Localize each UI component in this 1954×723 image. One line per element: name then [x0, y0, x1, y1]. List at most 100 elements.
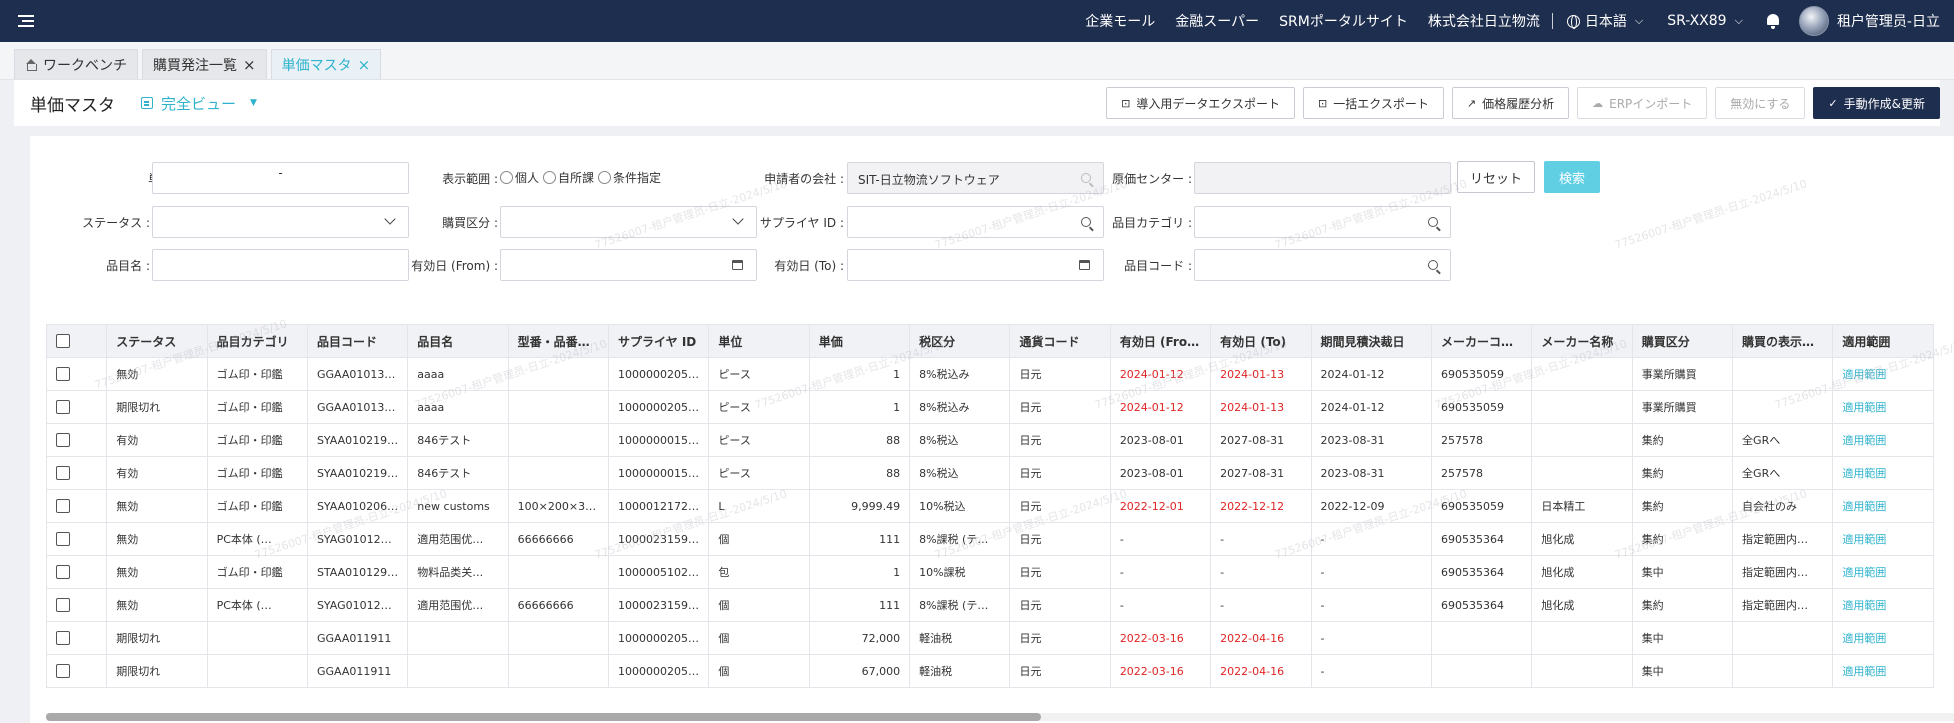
row-checkbox[interactable] — [56, 433, 70, 447]
status-select[interactable] — [152, 206, 409, 238]
user-name[interactable]: 租户管理员-日立 — [1837, 11, 1940, 31]
table-row[interactable]: 無効 ゴム印・印鑑 STAA01012948 物料品类关… 1000005102… 包 1 1… — [46, 555, 1934, 589]
nav-link-corporate-mall[interactable]: 企業モール — [1085, 11, 1155, 31]
table-cell: 8%課税 (テ… — [909, 522, 1011, 556]
row-checkbox[interactable] — [56, 499, 70, 513]
table-row[interactable]: 期限切れ ゴム印・印鑑 GGAA01013071 aaaa 1000000205… ピース… — [46, 390, 1934, 424]
purchase-type-select[interactable] — [500, 206, 757, 238]
applicant-company-input[interactable]: SIT-日立物流ソフトウェア — [847, 162, 1104, 194]
disable-button[interactable]: 無効にする — [1715, 87, 1806, 119]
table-cell: - — [1310, 621, 1432, 655]
row-checkbox[interactable] — [56, 400, 70, 414]
table-cell — [507, 357, 610, 391]
column-header[interactable]: メーカー名称 — [1531, 324, 1633, 358]
tab-purchase-order-list[interactable]: 購買発注一覧 × — [142, 49, 267, 79]
radio-personal[interactable]: 個人 — [500, 169, 539, 186]
scrollbar-thumb[interactable] — [46, 713, 1041, 721]
table-row[interactable]: 有効 ゴム印・印鑑 SYAA01021957 846テスト 1000000015… ピース… — [46, 423, 1934, 457]
row-checkbox[interactable] — [56, 598, 70, 612]
table-row[interactable]: 無効 PC本体 (… SYAG01012727 適用范围优… 66666666 10000… — [46, 522, 1934, 556]
column-header[interactable]: 購買区分 — [1631, 324, 1734, 358]
scope-link[interactable]: 適用範囲 — [1832, 357, 1934, 391]
nav-link-company[interactable]: 株式会社日立物流 — [1428, 11, 1540, 31]
column-header[interactable]: サプライヤ ID — [608, 324, 710, 358]
column-header[interactable]: 適用範囲 — [1832, 324, 1934, 358]
item-category-input[interactable] — [1194, 206, 1451, 238]
row-checkbox[interactable] — [56, 466, 70, 480]
nav-link-finance-super[interactable]: 金融スーパー — [1175, 11, 1259, 31]
scope-link[interactable]: 適用範囲 — [1832, 423, 1934, 457]
tab-unit-price-master[interactable]: 単価マスタ × — [270, 49, 382, 79]
scope-link[interactable]: 適用範囲 — [1832, 489, 1934, 523]
table-cell — [407, 621, 509, 655]
reset-button[interactable]: リセット — [1457, 161, 1535, 193]
nav-link-srm-portal[interactable]: SRMポータルサイト — [1279, 11, 1408, 31]
item-code-label: 品目コード : — [1124, 259, 1192, 273]
price-history-analysis-button[interactable]: ↗ 価格履歴分析 — [1451, 87, 1570, 119]
scope-link[interactable]: 適用範囲 — [1832, 588, 1934, 622]
item-name-input[interactable] — [152, 249, 409, 281]
column-header[interactable]: ステータス — [106, 324, 208, 358]
table-cell: - — [1210, 522, 1312, 556]
select-all-checkbox[interactable] — [56, 334, 70, 349]
table-row[interactable]: 無効 ゴム印・印鑑 SYAA01020625 new customs 100×200×3… — [46, 489, 1934, 523]
avatar[interactable] — [1798, 6, 1829, 36]
row-checkbox[interactable] — [56, 631, 70, 645]
scope-link[interactable]: 適用範囲 — [1832, 654, 1934, 688]
table-row[interactable]: 無効 ゴム印・印鑑 GGAA01013071 aaaa 1000000205… ピース 1 8… — [46, 357, 1934, 391]
scope-link[interactable]: 適用範囲 — [1832, 621, 1934, 655]
row-checkbox[interactable] — [56, 532, 70, 546]
unit-price-input[interactable]: - — [152, 162, 409, 194]
scope-link[interactable]: 適用範囲 — [1832, 456, 1934, 490]
tab-workbench[interactable]: ワークベンチ — [14, 49, 138, 79]
table-cell: 日元 — [1009, 654, 1111, 688]
radio-condition[interactable]: 条件指定 — [598, 169, 661, 186]
cost-center-input[interactable] — [1194, 162, 1451, 194]
erp-import-button[interactable]: ☁ ERPインポート — [1577, 87, 1708, 119]
search-button[interactable]: 検索 — [1544, 161, 1600, 193]
column-header[interactable]: 品目コード — [306, 324, 409, 358]
bell-icon[interactable] — [1765, 13, 1781, 29]
table-row[interactable]: 有効 ゴム印・印鑑 SYAA01021956 846テスト 1000000015… ピース… — [46, 456, 1934, 490]
column-header[interactable]: 品目名 — [407, 324, 509, 358]
radio-own-section[interactable]: 自所課 — [543, 169, 594, 186]
scope-link[interactable]: 適用範囲 — [1832, 390, 1934, 424]
column-header[interactable]: 税区分 — [909, 324, 1011, 358]
item-code-input[interactable] — [1194, 249, 1451, 281]
table-row[interactable]: 期限切れ GGAA011911 1000000205… 個 72,000 軽油税 日元 202… — [46, 621, 1934, 655]
column-header[interactable]: 単価 — [808, 324, 911, 358]
navbar-right: 企業モール 金融スーパー SRMポータルサイト 株式会社日立物流 日本語 ⌵ S… — [1075, 0, 1954, 42]
hamburger-menu-icon[interactable] — [18, 7, 46, 35]
view-selector[interactable]: 完全ビュー ▼ — [141, 93, 257, 114]
row-checkbox[interactable] — [56, 367, 70, 381]
column-header[interactable]: 期間見積決裁日 — [1310, 324, 1432, 358]
valid-to-date-input[interactable] — [847, 249, 1104, 281]
column-header[interactable]: 購買の表示… — [1732, 324, 1834, 358]
manual-create-update-button[interactable]: ✓ 手動作成&更新 — [1813, 87, 1940, 119]
column-header[interactable]: メーカーコード — [1430, 324, 1533, 358]
table-row[interactable]: 無効 PC本体 (… SYAG01012727 適用范围优… 66666666 10000… — [46, 588, 1934, 622]
close-icon[interactable]: × — [243, 56, 256, 74]
column-header[interactable]: 有効日 (To) — [1210, 324, 1312, 358]
row-select-cell — [46, 621, 108, 655]
scope-link[interactable]: 適用範囲 — [1832, 555, 1934, 589]
language-selector[interactable]: 日本語 ⌵ — [1566, 11, 1643, 31]
column-header[interactable]: 単位 — [708, 324, 810, 358]
row-checkbox[interactable] — [56, 565, 70, 579]
column-header[interactable]: 品目カテゴリ — [206, 324, 308, 358]
row-checkbox[interactable] — [56, 664, 70, 678]
user-code-selector[interactable]: SR-XX89 ⌵ — [1667, 13, 1743, 29]
export-import-data-button[interactable]: ⊡ 導入用データエクスポート — [1106, 87, 1296, 119]
bulk-export-button[interactable]: ⊡ 一括エクスポート — [1303, 87, 1444, 119]
column-header[interactable]: 通貨コード — [1009, 324, 1111, 358]
horizontal-scrollbar[interactable] — [46, 713, 1954, 721]
scope-link[interactable]: 適用範囲 — [1832, 522, 1934, 556]
table-row[interactable]: 期限切れ GGAA011911 1000000205… 個 67,000 軽油税 日元 202… — [46, 654, 1934, 688]
column-header[interactable]: 型番・品番… — [507, 324, 610, 358]
close-icon[interactable]: × — [358, 56, 371, 74]
table-cell — [1430, 654, 1533, 688]
supplier-id-input[interactable] — [847, 206, 1104, 238]
valid-from-date-input[interactable] — [500, 249, 757, 281]
table-cell: 指定範囲内… — [1732, 555, 1834, 589]
column-header[interactable]: 有効日 (Fro… — [1109, 324, 1212, 358]
